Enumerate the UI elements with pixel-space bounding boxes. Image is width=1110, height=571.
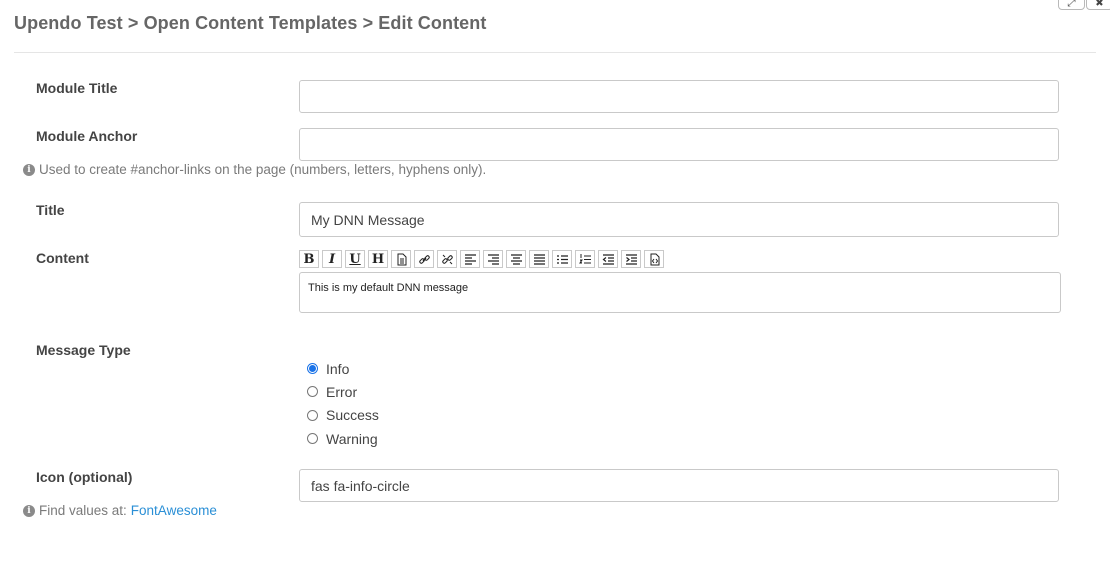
radio-button[interactable]: [307, 433, 318, 445]
radio-button[interactable]: [307, 363, 318, 375]
align-right-icon[interactable]: [483, 250, 503, 268]
title-label: Title: [36, 202, 65, 218]
underline-icon[interactable]: U: [345, 250, 365, 268]
heading-icon[interactable]: H: [368, 250, 388, 268]
radio-label: Info: [326, 360, 350, 377]
align-justify-icon[interactable]: [529, 250, 549, 268]
message-type-radio-group: Info Error Success Warning: [307, 357, 379, 450]
align-center-icon[interactable]: [506, 250, 526, 268]
expand-icon[interactable]: ⤢: [1058, 0, 1085, 10]
header-divider: [14, 52, 1096, 53]
icon-help-text: Find values at:: [39, 503, 127, 518]
editor-toolbar: B I U H: [299, 250, 667, 268]
radio-label: Warning: [326, 430, 378, 447]
source-code-icon[interactable]: [644, 250, 664, 268]
title-input[interactable]: [299, 202, 1059, 237]
info-icon: i: [23, 504, 35, 517]
indent-icon[interactable]: [621, 250, 641, 268]
module-anchor-label: Module Anchor: [36, 128, 138, 144]
icon-input[interactable]: [299, 469, 1059, 502]
module-title-label: Module Title: [36, 80, 118, 96]
module-title-input[interactable]: [299, 80, 1059, 113]
italic-icon[interactable]: I: [322, 250, 342, 268]
content-label: Content: [36, 250, 89, 266]
radio-button[interactable]: [307, 409, 318, 421]
bold-icon[interactable]: B: [299, 250, 319, 268]
module-anchor-help: i Used to create #anchor-links on the pa…: [23, 162, 486, 177]
radio-button[interactable]: [307, 386, 318, 398]
align-left-icon[interactable]: [460, 250, 480, 268]
module-anchor-help-text: Used to create #anchor-links on the page…: [39, 162, 487, 177]
radio-option-info[interactable]: Info: [307, 357, 379, 380]
radio-option-success[interactable]: Success: [307, 404, 379, 427]
outdent-icon[interactable]: [598, 250, 618, 268]
module-anchor-input[interactable]: [299, 128, 1059, 161]
content-editor[interactable]: This is my default DNN message: [299, 272, 1061, 313]
unlink-icon[interactable]: [437, 250, 457, 268]
icon-label: Icon (optional): [36, 469, 133, 485]
breadcrumb: Upendo Test > Open Content Templates > E…: [14, 13, 487, 33]
window-controls: ⤢ ✖: [1058, 0, 1110, 10]
radio-label: Error: [326, 383, 358, 400]
link-icon[interactable]: [414, 250, 434, 268]
numbered-list-icon[interactable]: [575, 250, 595, 268]
radio-option-warning[interactable]: Warning: [307, 427, 379, 450]
info-icon: i: [23, 163, 35, 176]
bullet-list-icon[interactable]: [552, 250, 572, 268]
close-icon[interactable]: ✖: [1086, 0, 1110, 10]
radio-option-error[interactable]: Error: [307, 380, 379, 403]
paragraph-icon[interactable]: [391, 250, 411, 268]
icon-help: i Find values at: FontAwesome: [23, 503, 217, 518]
radio-label: Success: [326, 407, 379, 424]
message-type-label: Message Type: [36, 342, 131, 358]
fontawesome-link[interactable]: FontAwesome: [131, 503, 217, 518]
